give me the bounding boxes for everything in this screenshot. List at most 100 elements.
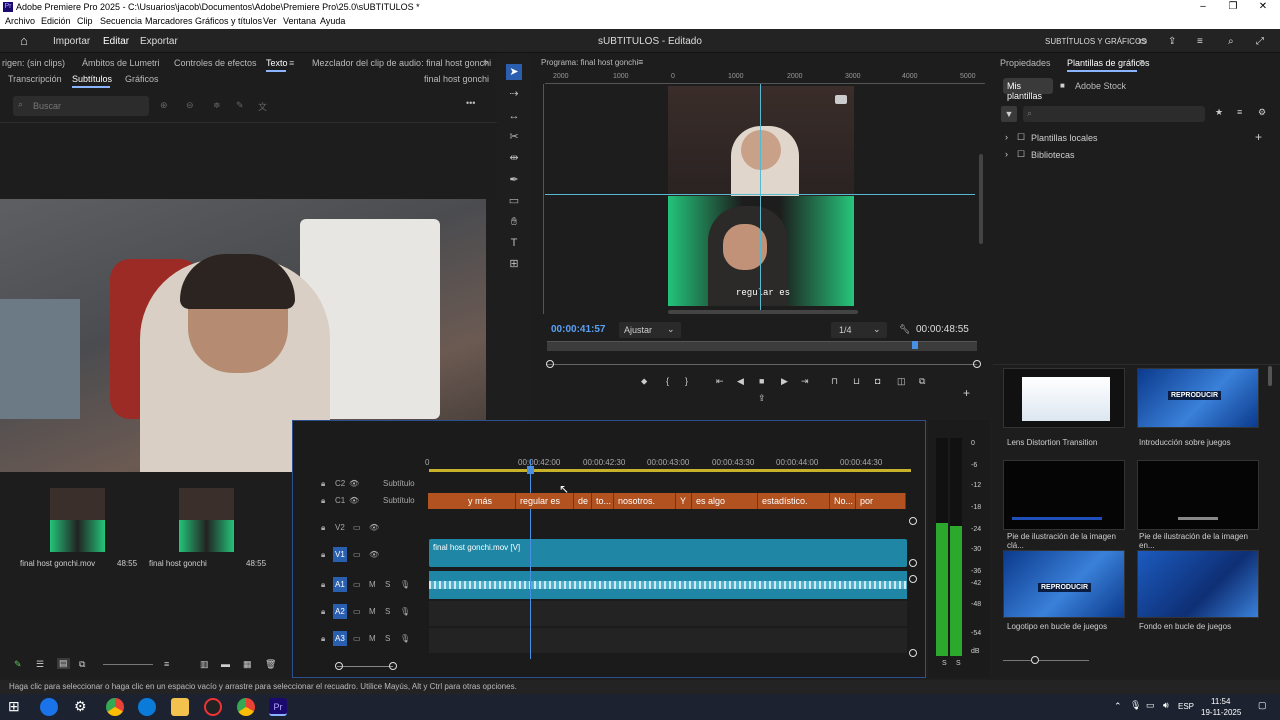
ripple-edit-icon[interactable]: ↔: [506, 108, 522, 124]
caption-clip[interactable]: es algo: [692, 493, 758, 509]
type-icon[interactable]: T: [506, 235, 522, 251]
lock-icon[interactable]: 🔒︎: [321, 523, 325, 533]
search-icon[interactable]: ⌕: [1228, 36, 1234, 47]
solo-right-button[interactable]: S: [956, 660, 961, 667]
playhead-handle[interactable]: [527, 466, 534, 474]
export-tab[interactable]: Exportar: [140, 36, 178, 47]
template-item[interactable]: REPRODUCIR Introducción sobre juegos: [1135, 366, 1261, 452]
folder-icon[interactable]: [171, 698, 189, 716]
tab-properties[interactable]: Propiedades: [1000, 58, 1051, 68]
icon-view-icon[interactable]: ▤: [57, 658, 70, 669]
track-id[interactable]: A1: [333, 577, 347, 592]
bin-item-thumbnail[interactable]: [179, 488, 234, 552]
mic-icon[interactable]: 🎙︎: [1130, 700, 1141, 711]
my-templates-button[interactable]: Mis plantillas: [1003, 78, 1053, 101]
go-to-out-icon[interactable]: ⇥: [801, 376, 809, 387]
rectangle-icon[interactable]: ▭: [506, 193, 522, 209]
tab-text[interactable]: Texto: [266, 58, 288, 68]
lock-icon[interactable]: 🔒︎: [321, 607, 325, 617]
lock-icon[interactable]: 🔒︎: [321, 479, 325, 489]
freeform-view-icon[interactable]: ⧉: [79, 659, 85, 670]
vertical-scrollbar[interactable]: [979, 154, 983, 244]
tab-source[interactable]: rigen: (sin clips): [2, 58, 65, 68]
current-timecode[interactable]: 00:00:41:57: [551, 324, 605, 335]
tree-item-libraries[interactable]: › ☐ Bibliotecas: [1003, 149, 1273, 163]
menu-archivo[interactable]: Archivo: [5, 16, 35, 26]
template-item[interactable]: Pie de ilustración de la imagen en...: [1135, 456, 1261, 550]
new-bin-icon[interactable]: ▬: [221, 659, 230, 669]
track-header-a1[interactable]: 🔒︎ A1 ▭ M S 🎙︎: [321, 577, 431, 595]
settings-icon[interactable]: ⚙: [1258, 107, 1266, 118]
obs-icon[interactable]: [204, 698, 222, 716]
track-header-a3[interactable]: 🔒︎ A3 ▭ M S 🎙︎: [321, 631, 431, 649]
razor-icon[interactable]: ✂: [506, 129, 522, 145]
audio-track-a2[interactable]: [429, 601, 907, 626]
close-icon[interactable]: ✕: [1248, 0, 1278, 14]
windows-start-icon[interactable]: ⊞: [8, 698, 20, 715]
mic-icon[interactable]: 🎙︎: [400, 634, 410, 643]
work-area-bar[interactable]: [429, 469, 911, 472]
mute-icon[interactable]: M: [369, 607, 376, 616]
template-item[interactable]: Fondo en bucle de juegos: [1135, 548, 1261, 634]
fullscreen-icon[interactable]: ⤢: [1256, 36, 1264, 47]
solo-icon[interactable]: S: [385, 607, 390, 616]
track-header-c2[interactable]: 🔒︎ C2 👁︎ Subtítulo: [321, 479, 431, 493]
home-icon[interactable]: ⌂: [20, 33, 28, 48]
menu-marcadores[interactable]: Marcadores: [145, 16, 193, 26]
stop-icon[interactable]: ■: [759, 376, 764, 386]
thumb-size-slider[interactable]: [1003, 660, 1089, 661]
add-button-icon[interactable]: +: [963, 386, 970, 400]
pencil-icon[interactable]: ✎: [14, 659, 22, 670]
eye-icon[interactable]: 👁︎: [369, 523, 379, 532]
marker-icon[interactable]: ⬥: [641, 376, 647, 387]
go-to-in-icon[interactable]: ⇤: [716, 376, 724, 387]
tab-audio-mixer[interactable]: Mezclador del clip de audio: final host …: [312, 58, 491, 68]
guide-horizontal[interactable]: [545, 194, 975, 195]
share-icon[interactable]: ⇪: [1168, 36, 1176, 47]
lock-icon[interactable]: 🔒︎: [321, 496, 325, 506]
zoom-handle-right[interactable]: [389, 662, 397, 670]
network-icon[interactable]: ▭: [1146, 700, 1155, 711]
translate-icon[interactable]: 文: [258, 100, 267, 113]
menu-secuencia[interactable]: Secuencia: [100, 16, 142, 26]
volume-icon[interactable]: 🔊︎: [1163, 700, 1169, 711]
timeline-zoom-bar[interactable]: [337, 666, 393, 667]
track-header-v1[interactable]: 🔒︎ V1 ▭ 👁︎: [321, 547, 431, 565]
add-caption-icon[interactable]: ⊕: [160, 100, 168, 111]
sync-icon[interactable]: ▭: [353, 523, 361, 532]
selection-tool-icon[interactable]: ➤: [506, 64, 522, 80]
eye-icon[interactable]: 👁︎: [349, 479, 359, 488]
caption-clip[interactable]: de: [574, 493, 592, 509]
tab-menu-icon[interactable]: ≡: [289, 58, 294, 68]
tab-graphics-templates[interactable]: Plantillas de gráficos: [1067, 58, 1150, 68]
caption-tool-icon[interactable]: ⊞: [506, 256, 522, 272]
audio-clip[interactable]: [429, 571, 907, 599]
chrome-icon[interactable]: [106, 698, 124, 716]
camera-icon[interactable]: ◘: [875, 376, 880, 386]
automate-icon[interactable]: ▥: [200, 659, 209, 670]
new-item-icon[interactable]: ▦: [243, 659, 252, 670]
minimize-icon[interactable]: –: [1188, 0, 1218, 14]
lock-icon[interactable]: 🔒︎: [321, 550, 325, 560]
track-id[interactable]: A2: [333, 604, 347, 619]
video-clip[interactable]: final host gonchi.mov [V]: [429, 539, 907, 567]
subtab-graficos[interactable]: Gráficos: [125, 74, 159, 84]
edge-icon[interactable]: [40, 698, 58, 716]
menu-clip[interactable]: Clip: [77, 16, 93, 26]
mic-icon[interactable]: 🎙︎: [400, 607, 410, 616]
comparison-icon[interactable]: ◫: [897, 376, 906, 387]
caption-clip[interactable]: por: [856, 493, 906, 509]
maximize-icon[interactable]: ❐: [1218, 0, 1248, 14]
guide-vertical[interactable]: [760, 84, 761, 310]
caption-clip[interactable]: y más: [464, 493, 516, 509]
panel-icon[interactable]: ▭: [1138, 36, 1147, 47]
trash-icon[interactable]: 🗑︎: [265, 659, 276, 670]
eye-icon[interactable]: 👁︎: [369, 550, 379, 559]
bin-item-thumbnail[interactable]: [50, 488, 105, 552]
search-field[interactable]: ⌕ Buscar: [13, 96, 149, 116]
track-id[interactable]: V1: [333, 547, 347, 562]
track-id[interactable]: A3: [333, 631, 347, 646]
chevron-up-icon[interactable]: ⌃: [1114, 701, 1122, 712]
clock-date[interactable]: 19-11-2025: [1201, 708, 1241, 717]
zoom-handle-right[interactable]: [973, 360, 981, 368]
